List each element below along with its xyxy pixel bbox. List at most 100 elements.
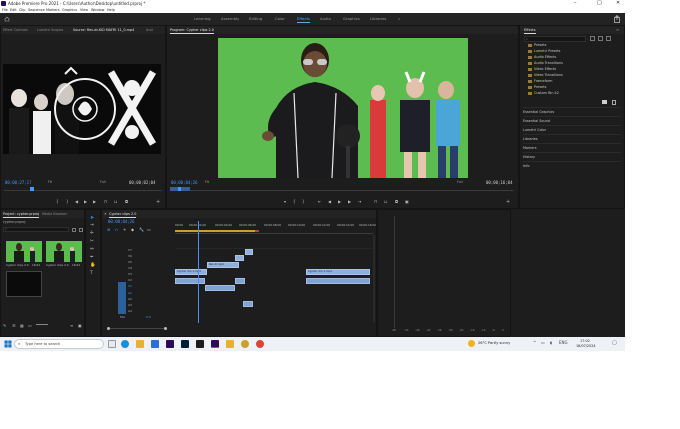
section-history[interactable]: History — [523, 152, 621, 161]
project-item-thumbnail[interactable] — [6, 241, 42, 262]
mail-icon[interactable] — [151, 340, 159, 348]
section-info[interactable]: Info — [523, 161, 621, 170]
tab-effects[interactable]: Effects — [524, 27, 536, 34]
home-icon[interactable] — [4, 16, 10, 22]
track-select-tool-icon[interactable]: ⇥ — [90, 223, 94, 228]
sort-icons-icon[interactable]: ≡ — [70, 323, 73, 328]
close-button[interactable]: ✕ — [616, 0, 620, 7]
export-frame-icon[interactable]: ◘ — [125, 199, 130, 204]
mark-in-icon[interactable]: { — [56, 199, 61, 204]
workspace-tab-color[interactable]: Color — [275, 16, 285, 22]
weather-text[interactable]: 26°C Partly sunny — [478, 341, 510, 345]
workspace-tab-effects[interactable]: Effects — [297, 16, 310, 23]
timeline-vertical-scrollbar[interactable] — [373, 235, 375, 323]
timeline-zoom-scrollbar[interactable] — [107, 327, 167, 330]
notifications-icon[interactable]: ▢ — [612, 340, 617, 346]
delete-icon[interactable] — [612, 100, 616, 105]
audio-clip[interactable] — [175, 278, 205, 284]
work-area-bar[interactable] — [175, 230, 255, 232]
project-item-thumbnail[interactable] — [6, 271, 42, 297]
audio-clip[interactable] — [235, 278, 245, 284]
new-bin-icon[interactable] — [602, 100, 607, 104]
tab-lumetri-scopes[interactable]: Lumetri Scopes — [37, 27, 63, 33]
captions-icon[interactable]: ▭ — [147, 227, 151, 232]
effects-folder-item[interactable]: Video Transitions — [528, 73, 563, 78]
play-icon[interactable]: ▶ — [84, 199, 89, 204]
folder-taskbar-icon[interactable] — [226, 340, 234, 348]
effects-folder-item[interactable]: Frameform — [528, 79, 552, 84]
premiere-taskbar-icon[interactable] — [166, 340, 174, 348]
tab-program-monitor[interactable]: Program: Cypher clips 2.0 — [170, 27, 214, 34]
yuv-effects-icon[interactable] — [606, 36, 611, 41]
effects-folder-item[interactable]: Lumetri Presets — [528, 49, 560, 54]
program-mark-in-icon[interactable]: { — [293, 199, 298, 204]
program-add-button-icon[interactable]: + — [506, 199, 511, 205]
extract-icon[interactable]: ⊔ — [384, 199, 389, 204]
tab-media-browser[interactable]: Media Browser — [42, 211, 67, 217]
effects-search-input[interactable]: ⌕ — [524, 36, 586, 42]
taskbar-date[interactable]: 18/07/2024 — [576, 344, 596, 348]
file-explorer-icon[interactable] — [136, 340, 144, 348]
insert-icon[interactable]: ⊓ — [104, 199, 109, 204]
program-step-forward-icon[interactable]: ▶ — [348, 199, 353, 204]
source-patch-a1[interactable] — [118, 289, 126, 314]
track-label-v7[interactable]: V7 — [128, 248, 132, 252]
program-mark-out-icon[interactable]: } — [302, 199, 307, 204]
track-label-a2[interactable]: A2 — [128, 297, 132, 301]
source-patch-v1[interactable] — [118, 282, 126, 289]
source-quality-dropdown[interactable]: Full — [100, 180, 106, 184]
timeline-settings-icon[interactable]: 🔧 — [139, 227, 144, 232]
section-essential-sound[interactable]: Essential Sound — [523, 116, 621, 125]
workspace-tab-audio[interactable]: Audio — [320, 16, 331, 22]
track-label-a4[interactable]: A4 — [128, 309, 132, 313]
effects-folder-item[interactable]: Presets — [528, 43, 546, 48]
source-add-button-icon[interactable]: + — [156, 199, 161, 205]
project-item-thumbnail[interactable] — [46, 241, 82, 262]
video-clip[interactable]: Cypher clip 1.mp4 — [175, 269, 207, 275]
lift-icon[interactable]: ⊓ — [374, 199, 379, 204]
nest-icon[interactable]: ⊞ — [107, 227, 110, 232]
write-lock-icon[interactable]: ✎ — [3, 323, 6, 328]
list-view-icon[interactable]: ☰ — [12, 323, 16, 328]
hand-tool-icon[interactable]: ✋ — [90, 263, 96, 268]
minimize-button[interactable]: – — [574, 0, 577, 7]
workspace-tab-graphics[interactable]: Graphics — [343, 16, 360, 22]
program-play-icon[interactable]: ▶ — [338, 199, 343, 204]
tab-timeline-sequence[interactable]: Cypher clips 2.0 — [109, 211, 137, 218]
overwrite-icon[interactable]: ⊔ — [114, 199, 119, 204]
windows-start-icon[interactable] — [4, 340, 12, 348]
new-search-bin-icon[interactable] — [72, 228, 76, 232]
zoom-slider[interactable] — [36, 324, 48, 325]
tray-chevron-icon[interactable]: ^ — [533, 340, 536, 345]
video-clip[interactable]: Rev-dr.mp4 — [207, 262, 239, 268]
program-quality-dropdown[interactable]: Full — [457, 180, 463, 184]
snap-icon[interactable]: ∩ — [115, 227, 118, 232]
slip-tool-icon[interactable]: ⇔ — [90, 247, 94, 252]
track-label-v6[interactable]: V6 — [128, 254, 132, 258]
effects-folder-item[interactable]: Audio Effects — [528, 55, 556, 60]
linked-selection-icon[interactable]: ⚭ — [123, 227, 126, 232]
track-label-a1[interactable]: A1 — [128, 291, 132, 295]
track-label-v4[interactable]: V4 — [128, 266, 132, 270]
section-libraries[interactable]: Libraries — [523, 134, 621, 143]
track-label-v3[interactable]: V3 — [128, 272, 132, 276]
icon-view-icon[interactable]: ▦ — [20, 323, 24, 328]
program-time-ruler[interactable] — [170, 187, 514, 191]
video-clip[interactable] — [245, 249, 253, 255]
section-markers[interactable]: Markers — [523, 143, 621, 152]
chrome-icon[interactable] — [256, 340, 264, 348]
source-time-ruler[interactable] — [4, 187, 162, 191]
32-bit-effects-icon[interactable] — [598, 36, 603, 41]
effects-folder-item[interactable]: Presets — [528, 85, 546, 90]
program-go-to-out-icon[interactable]: ⇥ — [358, 199, 363, 204]
effects-folder-item[interactable]: Video Effects — [528, 67, 556, 72]
audio-clip[interactable] — [243, 301, 253, 307]
tab-project[interactable]: Project: cypher.prproj — [3, 211, 40, 218]
section-essential-graphics[interactable]: Essential Graphics — [523, 107, 621, 116]
workspace-tab-assembly[interactable]: Assembly — [221, 16, 239, 22]
timeline-timecode[interactable]: 00;00;04;26 — [108, 219, 135, 224]
program-video-frame[interactable] — [218, 38, 468, 178]
timeline-tracks-area[interactable]: Rev-dr.mp4 Cypher clip 1.mp4 Cypher clip… — [175, 221, 373, 323]
audio-clip[interactable] — [205, 285, 235, 291]
share-icon[interactable] — [613, 15, 621, 23]
